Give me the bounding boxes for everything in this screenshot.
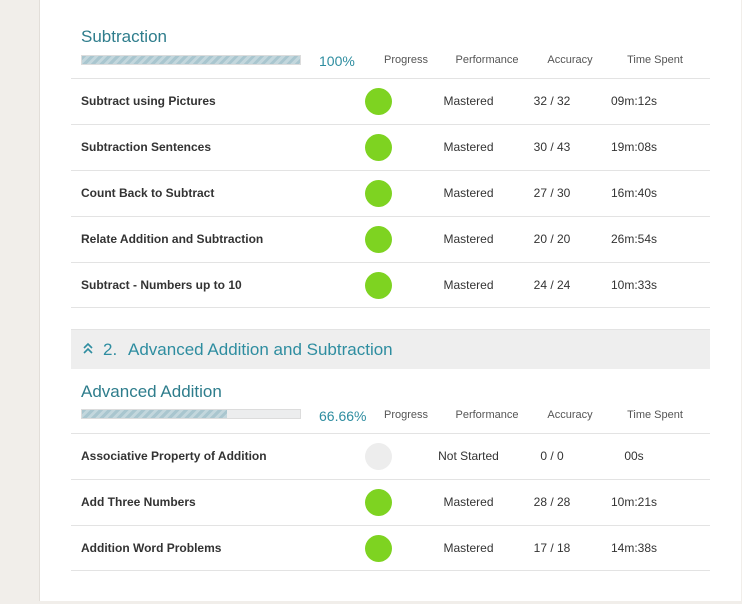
accuracy-value: 0 / 0 [540,449,564,463]
skill-name[interactable]: Subtract - Numbers up to 10 [81,278,242,292]
double-chevron-up-icon [83,342,93,354]
skill-row[interactable]: Subtraction Sentences Mastered 30 / 43 19m:… [71,124,710,171]
mastered-status-icon [365,180,392,207]
time-spent-value: 09m:12s [610,94,658,108]
column-header-performance: Performance [455,409,519,421]
skill-name[interactable]: Add Three Numbers [81,495,196,509]
performance-value: Mastered [443,140,494,154]
time-spent-value: 00s [624,449,644,463]
skill-row[interactable]: Count Back to Subtract Mastered 27 / 30 16m… [71,170,710,217]
accuracy-value: 24 / 24 [533,278,571,292]
skill-name[interactable]: Relate Addition and Subtraction [81,232,263,246]
mastered-status-icon [365,489,392,516]
time-spent-value: 10m:21s [610,495,658,509]
section-progress-fill [82,410,228,418]
skill-name[interactable]: Subtract using Pictures [81,94,216,108]
accuracy-value: 27 / 30 [533,186,571,200]
time-spent-value: 14m:38s [610,541,658,555]
column-header-progress: Progress [383,54,429,66]
performance-value: Mastered [443,94,494,108]
performance-value: Mastered [443,232,494,246]
mastered-status-icon [365,535,392,562]
column-header-time-spent: Time Spent [627,409,683,421]
skill-name[interactable]: Associative Property of Addition [81,449,267,463]
skill-row[interactable]: Subtract using Pictures Mastered 32 / 32 09… [71,78,710,125]
unit-title: Advanced Addition and Subtraction [128,340,393,359]
time-spent-value: 26m:54s [610,232,658,246]
section-progress-bar [81,55,301,65]
performance-value: Mastered [443,541,494,555]
section-progress-bar [81,409,301,419]
column-header-accuracy: Accuracy [547,54,593,66]
unit-number: 2. [103,340,118,359]
column-header-time-spent: Time Spent [627,54,683,66]
section-progress-percent: 100% [319,53,355,69]
not-started-status-icon [365,443,392,470]
skill-row[interactable]: Associative Property of Addition Not Star… [71,433,710,480]
section-progress-fill [82,56,300,64]
mastered-status-icon [365,226,392,253]
time-spent-value: 10m:33s [610,278,658,292]
time-spent-value: 19m:08s [610,140,658,154]
section-title-subtraction: Subtraction [81,27,167,46]
accuracy-value: 28 / 28 [533,495,571,509]
accuracy-value: 30 / 43 [533,140,571,154]
time-spent-value: 16m:40s [610,186,658,200]
skill-row[interactable]: Subtract - Numbers up to 10 Mastered 24 / … [71,262,710,309]
skill-name[interactable]: Count Back to Subtract [81,186,214,200]
unit-header-toggle[interactable]: 2. Advanced Addition and Subtraction [71,329,710,369]
skill-row[interactable]: Add Three Numbers Mastered 28 / 28 10m:21s [71,479,710,526]
accuracy-value: 17 / 18 [533,541,571,555]
column-header-accuracy: Accuracy [547,409,593,421]
skill-row[interactable]: Relate Addition and Subtraction Mastered 2… [71,216,710,263]
table-divider [71,570,710,571]
performance-value: Not Started [438,449,499,463]
column-header-performance: Performance [455,54,519,66]
skill-name[interactable]: Subtraction Sentences [81,140,211,154]
skill-name[interactable]: Addition Word Problems [81,541,221,555]
mastered-status-icon [365,134,392,161]
mastered-status-icon [365,88,392,115]
section-progress-percent: 66.66% [319,408,367,424]
column-header-progress: Progress [383,409,429,421]
performance-value: Mastered [443,495,494,509]
performance-value: Mastered [443,278,494,292]
accuracy-value: 20 / 20 [533,232,571,246]
table-divider [71,307,710,308]
section-title-advanced-addition: Advanced Addition [81,382,222,401]
skill-row[interactable]: Addition Word Problems Mastered 17 / 18 14m… [71,525,710,572]
performance-value: Mastered [443,186,494,200]
mastered-status-icon [365,272,392,299]
accuracy-value: 32 / 32 [533,94,571,108]
report-panel: Subtraction 100% Progress Performance Ac… [39,0,741,601]
